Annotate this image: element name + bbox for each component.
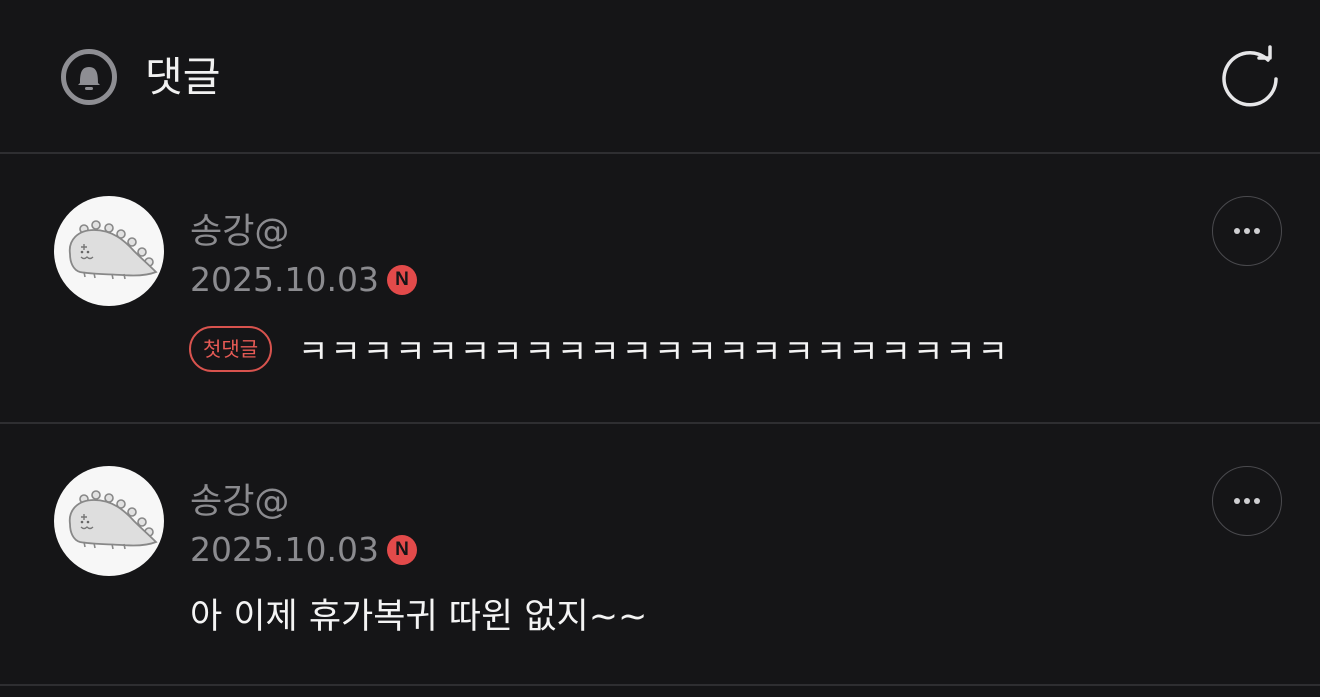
- comments-header: 댓글: [0, 0, 1320, 154]
- bell-icon[interactable]: [60, 48, 118, 106]
- first-comment-tag: 첫댓글: [189, 326, 273, 372]
- comment-author[interactable]: 송강@: [190, 210, 289, 254]
- dinosaur-avatar-icon[interactable]: [54, 466, 164, 576]
- comment-text: ㅋㅋㅋㅋㅋㅋㅋㅋㅋㅋㅋㅋㅋㅋㅋㅋㅋㅋㅋㅋㅋㅋ: [298, 332, 1010, 371]
- more-icon: [1234, 498, 1260, 504]
- comment-item: 송강@ 2025.10.03 N 첫댓글 ㅋㅋㅋㅋㅋㅋㅋㅋㅋㅋㅋㅋㅋㅋㅋㅋㅋㅋㅋ…: [0, 154, 1320, 424]
- comment-date: 2025.10.03: [190, 530, 379, 569]
- dinosaur-avatar-icon[interactable]: [54, 196, 164, 306]
- comment-author[interactable]: 송강@: [190, 480, 289, 524]
- new-badge: N: [386, 265, 417, 295]
- new-badge: N: [386, 535, 417, 565]
- more-options-button[interactable]: [1212, 466, 1282, 536]
- more-options-button[interactable]: [1212, 196, 1282, 266]
- comment-date: 2025.10.03: [190, 260, 379, 299]
- comment-meta: 2025.10.03 N: [190, 258, 417, 302]
- refresh-icon[interactable]: [1218, 43, 1282, 107]
- page-title: 댓글: [145, 53, 221, 101]
- comment-text: 아 이제 휴가복귀 따윈 없지~~: [190, 597, 648, 637]
- comment-item: 송강@ 2025.10.03 N 아 이제 휴가복귀 따윈 없지~~: [0, 424, 1320, 686]
- more-icon: [1234, 228, 1260, 234]
- comment-meta: 2025.10.03 N: [190, 528, 417, 572]
